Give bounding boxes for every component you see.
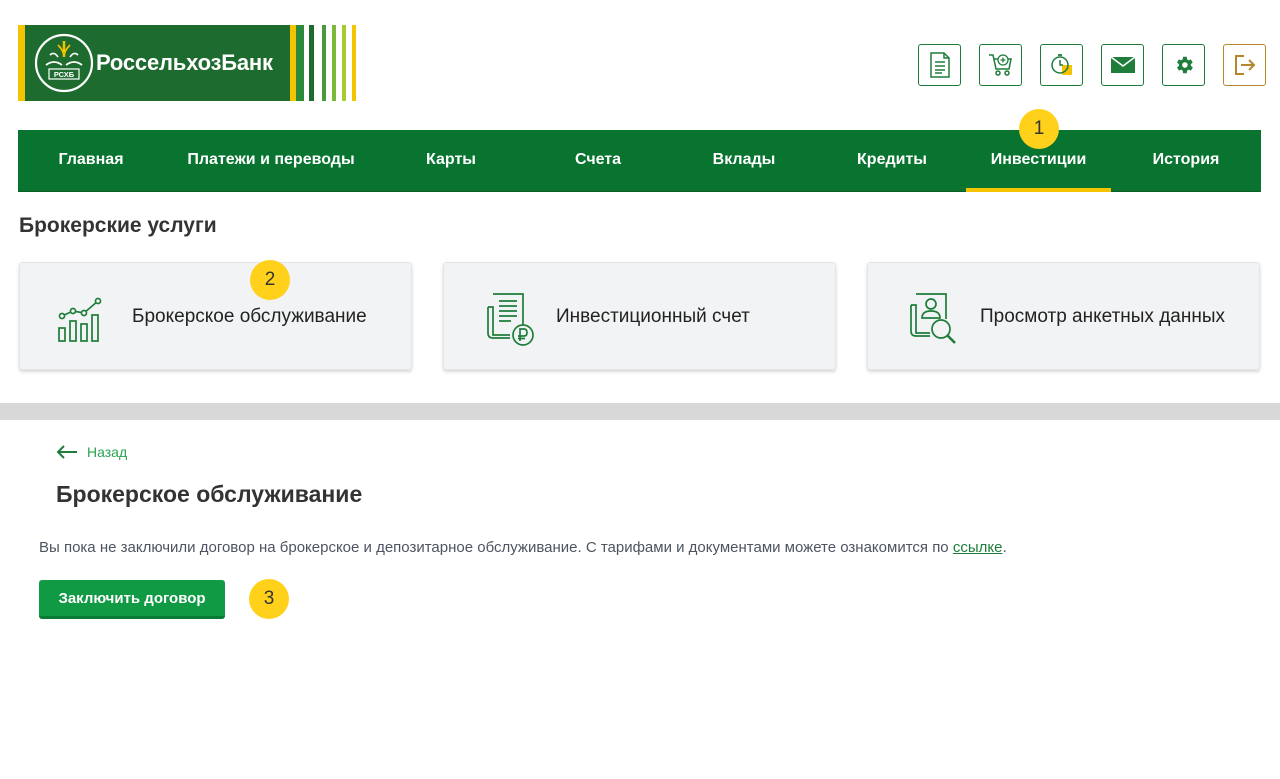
step-marker-2: 2 (250, 260, 290, 300)
profile-search-icon (910, 293, 956, 344)
main-nav: Главная Платежи и переводы Карты Счета В… (18, 130, 1261, 192)
nav-item-deposits[interactable]: Вклады (696, 130, 792, 192)
mail-icon (1110, 56, 1135, 73)
card-brokerage-service[interactable]: Брокерское обслуживание (19, 262, 412, 370)
bank-name: РоссельхозБанк (96, 50, 273, 75)
bank-emblem-icon: РСХБ (34, 33, 94, 93)
cart-button[interactable] (979, 44, 1022, 86)
back-label: Назад (87, 444, 128, 460)
chart-growth-icon (58, 297, 102, 342)
top-toolbar (918, 44, 1266, 86)
step-marker-3: 3 (249, 579, 289, 619)
tariffs-link[interactable]: ссылке (953, 539, 1003, 556)
step-marker-1: 1 (1019, 109, 1059, 149)
card-questionnaire[interactable]: Просмотр анкетных данных (867, 262, 1260, 370)
card-label: Инвестиционный счет (556, 306, 750, 327)
ruble-document-icon (487, 293, 534, 346)
logo-stripe (296, 25, 304, 101)
back-link[interactable]: Назад (56, 441, 127, 463)
cart-icon (988, 54, 1012, 76)
info-message: Вы пока не заключили договор на брокерск… (39, 539, 1007, 556)
page-title: Брокерское обслуживание (56, 481, 363, 507)
nav-item-history[interactable]: История (1132, 130, 1240, 192)
emblem-text: РСХБ (54, 70, 75, 79)
bank-logo[interactable]: РСХБ РоссельхозБанк (18, 25, 382, 101)
info-text: Вы пока не заключили договор на брокерск… (39, 539, 953, 556)
section-title: Брокерские услуги (19, 214, 217, 237)
timer-button[interactable] (1040, 44, 1083, 86)
arrow-left-icon (56, 445, 77, 459)
documents-button[interactable] (918, 44, 961, 86)
logout-button[interactable] (1223, 44, 1266, 86)
logo-stripe (314, 25, 322, 101)
nav-item-cards[interactable]: Карты (403, 130, 499, 192)
info-suffix: . (1002, 539, 1007, 556)
section-divider (0, 403, 1280, 420)
nav-item-payments[interactable]: Платежи и переводы (168, 130, 374, 192)
nav-item-home[interactable]: Главная (39, 130, 143, 192)
timer-icon (1050, 54, 1072, 75)
messages-button[interactable] (1101, 44, 1144, 86)
logout-icon (1234, 55, 1255, 75)
nav-item-accounts[interactable]: Счета (550, 130, 646, 192)
document-icon (929, 52, 950, 78)
card-investment-account[interactable]: Инвестиционный счет (443, 262, 836, 370)
card-label: Просмотр анкетных данных (980, 306, 1225, 327)
settings-button[interactable] (1162, 44, 1205, 86)
logo-stripe (352, 25, 356, 101)
logo-yellow-bar (18, 25, 25, 101)
sign-contract-button[interactable]: Заключить договор (39, 580, 225, 619)
nav-item-credits[interactable]: Кредиты (842, 130, 942, 192)
gear-icon (1176, 56, 1193, 74)
